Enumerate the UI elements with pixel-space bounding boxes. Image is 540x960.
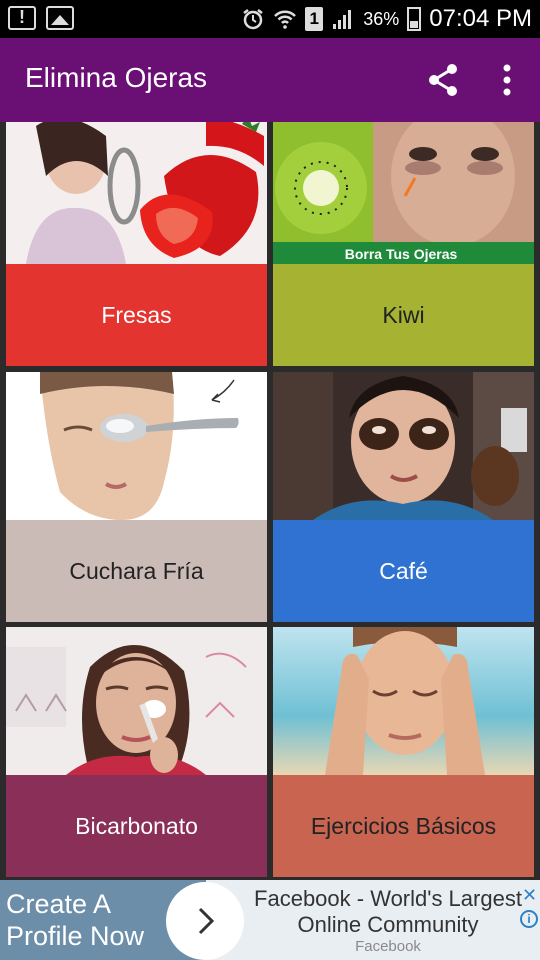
eye-exercise-photo	[273, 627, 534, 775]
card-label: Fresas	[6, 264, 267, 366]
ad-open-button[interactable]	[166, 882, 244, 960]
ad-banner[interactable]: Create A Profile Now Facebook - World's …	[0, 880, 540, 960]
sim-slot-indicator: 1	[305, 7, 324, 31]
card-label: Café	[273, 520, 534, 622]
clock: 07:04 PM	[429, 5, 532, 32]
wifi-icon	[274, 10, 297, 29]
card-label: Kiwi	[273, 264, 534, 366]
alarm-icon	[243, 9, 263, 30]
more-options-icon[interactable]	[490, 60, 524, 100]
battery-percent: 36%	[363, 8, 400, 29]
card-fresas[interactable]: Fresas	[6, 122, 267, 366]
image-icon	[46, 6, 74, 30]
share-icon[interactable]	[424, 60, 464, 100]
remedies-grid: Fresas Borra Tus Ojeras Kiwi Cuchara Frí…	[0, 122, 540, 880]
chevron-right-icon	[198, 907, 215, 935]
ad-source: Facebook	[355, 938, 421, 955]
strawberries-photo	[6, 122, 267, 264]
card-cafe[interactable]: Café	[273, 372, 534, 622]
kiwi-photo: Borra Tus Ojeras	[273, 122, 534, 264]
card-cuchara-fria[interactable]: Cuchara Fría	[6, 372, 267, 622]
status-bar: 1 36% 07:04 PM	[0, 0, 540, 38]
coffee-mask-photo	[273, 372, 534, 520]
card-ejercicios-basicos[interactable]: Ejercicios Básicos	[273, 627, 534, 877]
notice-icon	[8, 6, 36, 30]
app-title: Elimina Ojeras	[25, 62, 208, 93]
card-label: Cuchara Fría	[6, 520, 267, 622]
ad-headline: Create A Profile Now	[6, 889, 145, 951]
card-kiwi[interactable]: Borra Tus Ojeras Kiwi	[273, 122, 534, 366]
card-label: Ejercicios Básicos	[273, 775, 534, 877]
signal-icon	[333, 10, 352, 29]
card-label: Bicarbonato	[6, 775, 267, 877]
card-bicarbonato[interactable]: Bicarbonato	[6, 627, 267, 877]
kiwi-image-caption: Borra Tus Ojeras	[345, 246, 458, 262]
baking-soda-photo	[6, 627, 267, 775]
close-icon[interactable]: ✕	[522, 885, 537, 906]
app-bar: Elimina Ojeras	[0, 38, 540, 122]
battery-icon	[407, 7, 422, 31]
info-icon[interactable]: i	[520, 910, 538, 928]
ad-text: Facebook - World's Largest Online Commun…	[254, 886, 522, 937]
cold-spoon-photo	[6, 372, 267, 520]
